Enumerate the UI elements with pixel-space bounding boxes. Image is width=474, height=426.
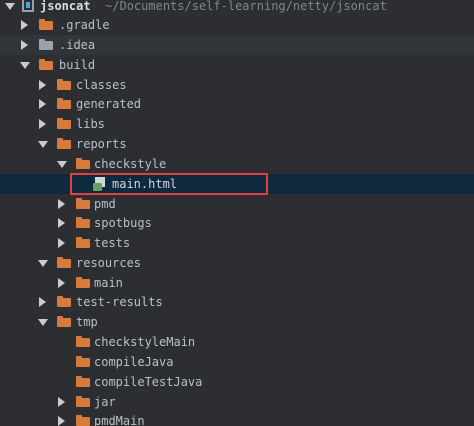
chevron-down-icon[interactable] (38, 319, 48, 326)
project-path: ~/Documents/self-learning/netty/jsoncat (105, 0, 387, 13)
tree-row-spotbugs[interactable]: spotbugs (0, 213, 474, 233)
tree-label: spotbugs (94, 216, 152, 230)
tree-label: tmp (76, 315, 98, 329)
tree-row-jsoncat[interactable]: jsoncat ~/Documents/self-learning/netty/… (0, 0, 474, 16)
tree-label: pmd (94, 197, 116, 211)
tree-row-generated[interactable]: generated (0, 94, 474, 114)
folder-icon (57, 296, 71, 307)
folder-icon (57, 138, 71, 149)
tree-label: checkstyleMain (94, 335, 196, 349)
tree-row-gradle[interactable]: .gradle (0, 15, 474, 35)
tree-row-classes[interactable]: classes (0, 75, 474, 95)
chevron-right-icon[interactable] (58, 199, 65, 209)
folder-icon (76, 396, 90, 407)
folder-icon (76, 158, 90, 169)
folder-icon (76, 376, 90, 387)
tree-row-checkstylemain[interactable]: checkstyleMain (0, 332, 474, 352)
tree-label: compileJava (94, 355, 174, 369)
folder-icon (57, 98, 71, 109)
folder-icon (76, 415, 90, 426)
chevron-right-icon[interactable] (39, 80, 46, 90)
tree-label: .idea (59, 38, 96, 52)
tree-label: test-results (76, 295, 163, 309)
tree-row-idea[interactable]: .idea (0, 35, 474, 55)
tree-label: build (59, 58, 96, 72)
folder-icon (57, 257, 71, 268)
chevron-right-icon[interactable] (39, 99, 46, 109)
tree-row-compilejava[interactable]: compileJava (0, 352, 474, 372)
chevron-right-icon[interactable] (58, 238, 65, 248)
chevron-right-icon[interactable] (39, 297, 46, 307)
tree-row-pmd[interactable]: pmd (0, 194, 474, 214)
folder-icon (76, 198, 90, 209)
tree-row-compiletestjava[interactable]: compileTestJava (0, 372, 474, 392)
tree-row-test-results[interactable]: test-results (0, 292, 474, 312)
tree-row-checkstyle[interactable]: checkstyle (0, 154, 474, 174)
chevron-down-icon[interactable] (38, 260, 48, 267)
project-tree: jsoncat ~/Documents/self-learning/netty/… (0, 0, 474, 426)
tree-row-resources-main[interactable]: main (0, 273, 474, 293)
folder-icon (76, 336, 90, 347)
folder-icon (39, 39, 53, 50)
highlight-box (70, 173, 268, 195)
tree-row-jar[interactable]: jar (0, 392, 474, 412)
chevron-right-icon[interactable] (58, 416, 65, 426)
tree-row-build[interactable]: build (0, 55, 474, 75)
folder-icon (57, 79, 71, 90)
tree-label: generated (76, 97, 142, 111)
tree-label: jar (94, 395, 116, 409)
tree-row-reports[interactable]: reports (0, 134, 474, 154)
tree-label: compileTestJava (94, 375, 203, 389)
chevron-down-icon[interactable] (20, 62, 30, 69)
tree-row-resources[interactable]: resources (0, 253, 474, 273)
tree-label: classes (76, 78, 127, 92)
tree-label: tests (94, 236, 131, 250)
folder-icon (39, 19, 53, 30)
folder-icon (57, 316, 71, 327)
chevron-down-icon[interactable] (38, 141, 48, 148)
chevron-right-icon[interactable] (58, 278, 65, 288)
folder-icon (76, 356, 90, 367)
project-name: jsoncat (40, 0, 91, 13)
tree-row-tmp[interactable]: tmp (0, 312, 474, 332)
folder-icon (76, 217, 90, 228)
tree-label: checkstyle (94, 157, 167, 171)
tree-row-libs[interactable]: libs (0, 114, 474, 134)
tree-label: pmdMain (94, 414, 145, 426)
tree-label: libs (76, 117, 105, 131)
module-icon (22, 0, 34, 12)
tree-label: .gradle (59, 18, 110, 32)
tree-label: resources (76, 256, 142, 270)
chevron-right-icon[interactable] (21, 20, 28, 30)
tree-label: reports (76, 137, 127, 151)
folder-icon (57, 118, 71, 129)
folder-icon (76, 237, 90, 248)
tree-label: main (94, 276, 123, 290)
chevron-down-icon[interactable] (5, 3, 15, 10)
chevron-right-icon[interactable] (21, 40, 28, 50)
chevron-right-icon[interactable] (58, 397, 65, 407)
tree-row-tests[interactable]: tests (0, 233, 474, 253)
chevron-right-icon[interactable] (39, 119, 46, 129)
chevron-down-icon[interactable] (57, 161, 67, 168)
chevron-right-icon[interactable] (58, 218, 65, 228)
folder-icon (76, 277, 90, 288)
tree-row-pmdmain[interactable]: pmdMain (0, 411, 474, 426)
folder-icon (39, 59, 53, 70)
